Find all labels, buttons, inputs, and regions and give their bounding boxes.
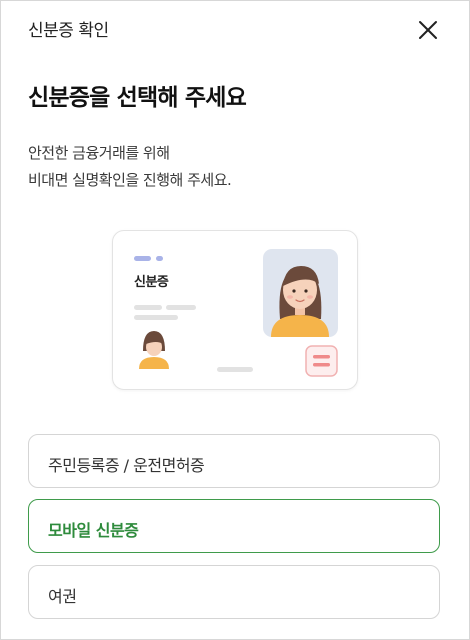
option-passport[interactable]: 여권 — [28, 565, 440, 619]
id-card-graphic — [134, 249, 338, 377]
description: 안전한 금융거래를 위해 비대면 실명확인을 진행해 주세요. — [28, 140, 232, 194]
option-mobile-id[interactable]: 모바일 신분증 — [28, 499, 440, 553]
portrait-photo — [263, 249, 338, 337]
main-heading: 신분증을 선택해 주세요 — [28, 85, 247, 111]
close-icon — [419, 21, 437, 39]
option-label: 모바일 신분증 — [48, 521, 139, 540]
id-card-illustration: 신분증 — [112, 230, 358, 390]
description-line-1: 안전한 금융거래를 위해 — [28, 144, 170, 162]
header: 신분증 확인 — [0, 0, 470, 58]
option-resident-or-driver-license[interactable]: 주민등록증 / 운전면허증 — [28, 434, 440, 488]
option-label: 주민등록증 / 운전면허증 — [48, 456, 205, 475]
close-button[interactable] — [414, 16, 442, 44]
page-title: 신분증 확인 — [28, 21, 109, 41]
description-line-2: 비대면 실명확인을 진행해 주세요. — [28, 171, 232, 189]
option-label: 여권 — [48, 587, 77, 606]
small-avatar-icon — [139, 331, 169, 369]
stamp-icon — [305, 345, 338, 377]
id-card-label: 신분증 — [134, 275, 169, 290]
